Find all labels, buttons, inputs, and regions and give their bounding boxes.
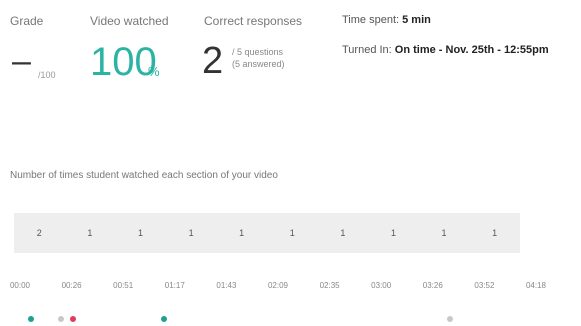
watch-count-cell: 1: [87, 228, 93, 238]
timestamp-label: 00:00: [9, 281, 31, 290]
response-marker[interactable]: [161, 316, 167, 322]
turned-in-value: On time - Nov. 25th - 12:55pm: [394, 44, 549, 56]
watch-count-cell: 1: [188, 228, 194, 238]
timestamp-label: 01:43: [216, 281, 237, 290]
time-spent: Time spent: 5 min: [342, 14, 431, 26]
turned-in-label: Turned In:: [342, 44, 392, 56]
correct-responses-label: Correct responses: [204, 14, 303, 28]
time-spent-value: 5 min: [402, 14, 431, 26]
watch-count-cell: 1: [239, 228, 245, 238]
response-marker[interactable]: [28, 316, 34, 322]
time-spent-label: Time spent:: [342, 14, 400, 26]
video-watched-unit: %: [148, 64, 160, 79]
timestamp-label: 03:26: [422, 281, 443, 290]
watch-count-cell: 1: [340, 228, 346, 238]
watch-count-cell: 1: [289, 228, 295, 238]
grade-label: Grade: [10, 14, 44, 28]
timestamp-label: 01:17: [164, 281, 185, 290]
watch-count-bar: 2 1 1 1 1 1 1 1 1 1: [14, 213, 520, 253]
video-watched-label: Video watched: [90, 14, 169, 28]
watch-count-cell: 2: [36, 228, 42, 238]
timestamp-label: 00:51: [113, 281, 134, 290]
questions-total: / 5 questions: [232, 47, 284, 57]
timestamp-label: 02:35: [319, 281, 340, 290]
watch-count-cell: 1: [137, 228, 143, 238]
video-watched-value: 100: [90, 40, 157, 84]
grade-unit: /100: [38, 70, 56, 80]
response-marker[interactable]: [70, 316, 76, 322]
response-marker[interactable]: [58, 316, 64, 322]
timestamp-label: 03:00: [371, 281, 392, 290]
turned-in: Turned In: On time - Nov. 25th - 12:55pm: [342, 44, 549, 56]
grade-value: –: [12, 42, 31, 80]
questions-answered: (5 answered): [232, 59, 285, 69]
timestamp-label: 03:52: [474, 281, 495, 290]
timeline-ticks: 00:00 00:26 00:51 01:17 01:43 02:09 02:35 03:00…: [0, 281, 581, 293]
correct-responses-value: 2: [202, 40, 224, 82]
response-marker[interactable]: [447, 316, 453, 322]
watch-count-cell: 1: [441, 228, 447, 238]
watch-count-cell: 1: [390, 228, 396, 238]
timestamp-label: 00:26: [61, 281, 82, 290]
timestamp-label: 02:09: [267, 281, 289, 290]
section-title: Number of times student watched each sec…: [10, 170, 278, 181]
watch-count-cell: 1: [492, 228, 498, 238]
timestamp-label: 04:18: [525, 281, 547, 290]
